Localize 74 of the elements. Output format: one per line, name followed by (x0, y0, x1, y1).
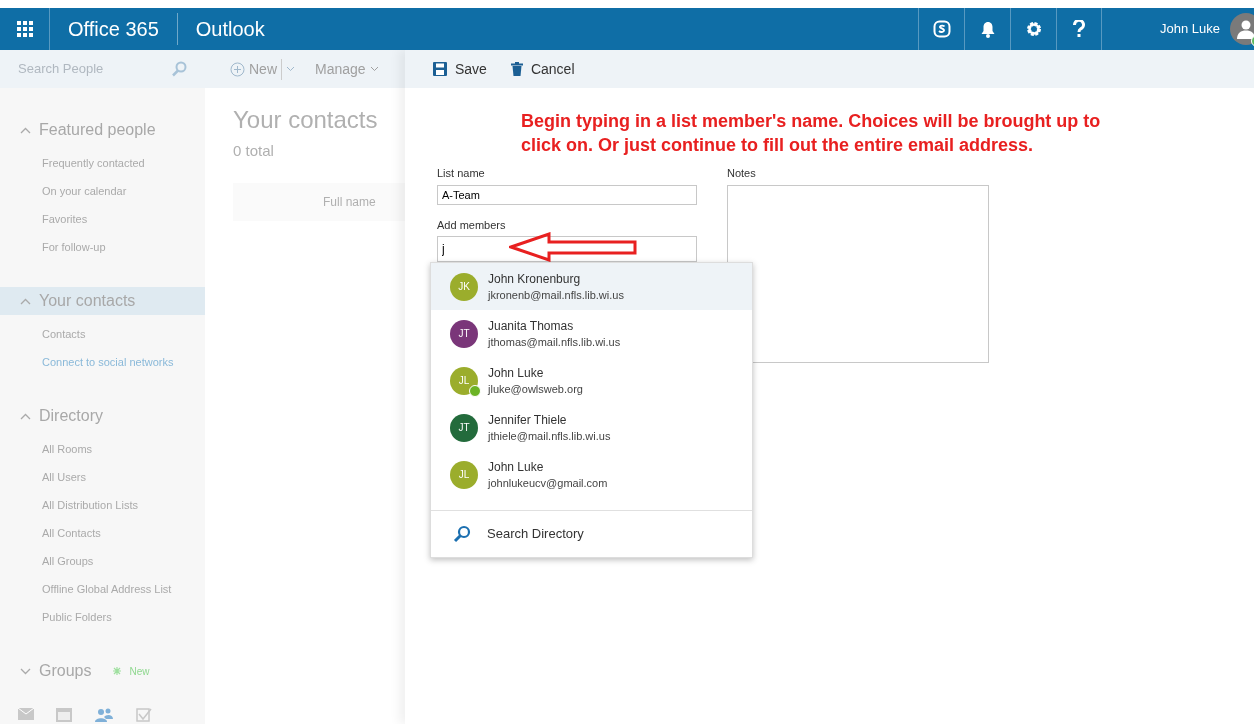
calendar-icon[interactable] (56, 708, 72, 722)
list-name-field[interactable]: A-Team (437, 184, 697, 205)
field-label: Add members (437, 217, 507, 233)
chevron-up-icon[interactable] (20, 412, 31, 420)
contact-name: Jennifer Thiele (488, 411, 568, 428)
contact-email: jkronenb@mail.nfls.lib.wi.us (488, 287, 624, 303)
new-label: New (129, 664, 150, 679)
initials-avatar: JL (450, 460, 478, 489)
nav-item[interactable]: For follow-up (0, 233, 205, 261)
contact-name: John Luke (488, 458, 545, 475)
field-label: Notes (727, 166, 757, 181)
nav-item[interactable]: All Distribution Lists (0, 491, 205, 519)
suggestion-item[interactable]: JL John Luke johnlukeucv@gmail.com (431, 451, 752, 498)
contact-name: John Kronenburg (488, 270, 582, 287)
nav-item[interactable]: Frequently contacted (0, 149, 205, 177)
search-icon[interactable] (171, 61, 187, 77)
nav-item[interactable]: Public Folders (0, 603, 205, 631)
nav-item[interactable]: All Rooms (0, 435, 205, 463)
nav-item[interactable]: All Users (0, 463, 205, 491)
avatar-icon[interactable] (1230, 13, 1254, 45)
people-icon[interactable] (94, 708, 114, 722)
task-icon[interactable] (136, 708, 152, 722)
trash-icon (510, 62, 523, 76)
new-label: New (249, 58, 282, 80)
contact-email: jluke@owlsweb.org (488, 381, 583, 397)
search-icon (453, 525, 471, 543)
mail-icon[interactable] (18, 708, 34, 720)
contact-name: Juanita Thomas (488, 317, 575, 334)
section-header[interactable]: Groups New (0, 657, 205, 685)
star-icon (113, 667, 122, 675)
search-field[interactable]: Search People (18, 59, 158, 79)
chevron-down-icon (369, 66, 379, 72)
section-header[interactable]: Your contacts (0, 287, 205, 315)
app-name[interactable]: Outlook (177, 14, 283, 44)
field-label: List name (437, 166, 486, 181)
suite-name[interactable]: Office 365 (50, 13, 178, 45)
chevron-down-icon[interactable] (20, 667, 31, 675)
initials-avatar: JK (450, 272, 478, 301)
initials-avatar: JT (450, 319, 478, 348)
contacts-heading: Your contacts (233, 105, 378, 135)
nav-item[interactable]: On your calendar (0, 177, 205, 205)
initials-avatar: JT (450, 413, 478, 442)
chevron-up-icon[interactable] (20, 297, 31, 305)
save-button[interactable]: Save (433, 58, 487, 80)
suggestion-item[interactable]: JK John Kronenburg jkronenb@mail.nfls.lib.wi.us (431, 263, 752, 310)
add-members-field[interactable]: j (437, 236, 697, 262)
suggestion-item[interactable]: JT Juanita Thomas jthomas@mail.nfls.lib.wi.us (431, 310, 752, 357)
contact-email: jthomas@mail.nfls.lib.wi.us (488, 334, 621, 350)
manage-menu[interactable]: Manage (315, 58, 379, 80)
chevron-down-icon (286, 66, 295, 72)
nav-item[interactable]: All Contacts (0, 519, 205, 547)
nav-item[interactable]: Offline Global Address List (0, 575, 205, 603)
suggestion-item[interactable]: JL John Luke jluke@owlsweb.org (431, 357, 752, 404)
contact-email: jthiele@mail.nfls.lib.wi.us (488, 428, 611, 444)
initials-avatar: JL (450, 366, 478, 395)
search-directory-button[interactable]: Search Directory (431, 511, 752, 557)
user-name[interactable]: John Luke (1160, 19, 1220, 39)
chevron-up-icon[interactable] (20, 126, 31, 134)
contact-name: John Luke (488, 364, 545, 381)
contact-email: johnlukeucv@gmail.com (488, 475, 608, 491)
new-button[interactable]: New (230, 58, 295, 80)
search-bar[interactable]: Search People (0, 50, 205, 88)
section-header[interactable]: Directory (0, 402, 205, 430)
section-header[interactable]: Featured people (0, 116, 205, 144)
nav-item[interactable]: Contacts (0, 320, 205, 348)
cancel-button[interactable]: Cancel (510, 58, 575, 80)
suggestion-item[interactable]: JT Jennifer Thiele jthiele@mail.nfls.lib.wi.us (431, 404, 752, 451)
contacts-count: 0 total (233, 141, 275, 161)
instruction-annotation: Begin typing in a list member's name. Choices will be brought up to click on. Or just continue to fill out the entire email address. (521, 110, 1102, 157)
column-header: Full name (233, 182, 405, 221)
nav-item[interactable]: Favorites (0, 205, 205, 233)
plus-circle-icon (230, 61, 245, 77)
nav-item[interactable]: All Groups (0, 547, 205, 575)
nav-item[interactable]: Connect to social networks (0, 348, 205, 376)
